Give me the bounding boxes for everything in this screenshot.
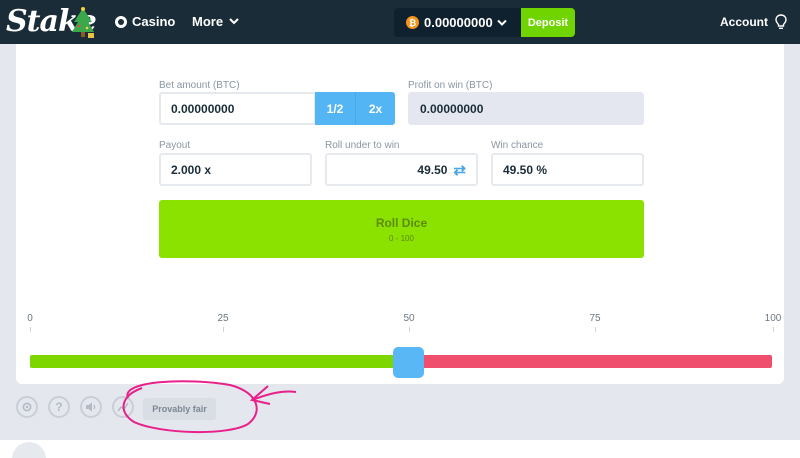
slider-lose-range	[410, 355, 772, 368]
help-icon[interactable]: ?	[48, 396, 70, 418]
scale-tick-75: 75	[589, 313, 601, 324]
nav-casino-label: Casino	[132, 14, 176, 29]
stats-icon[interactable]	[112, 396, 134, 418]
roll-under-label: Roll under to win	[325, 140, 400, 151]
scale-tick-50: 50	[403, 313, 415, 324]
scale-tick-mark	[409, 327, 410, 332]
payout-label: Payout	[159, 140, 191, 151]
double-bet-button[interactable]: 2x	[355, 92, 395, 125]
scale-tick-0: 0	[27, 313, 33, 324]
deposit-button[interactable]: Deposit	[521, 8, 575, 37]
roll-dice-range: 0 - 100	[389, 234, 414, 243]
bitcoin-icon: ₿	[406, 16, 419, 29]
bet-amount-value: 0.00000000	[171, 101, 235, 116]
roll-under-value: 49.50	[417, 162, 448, 177]
slider-win-range	[30, 355, 410, 368]
chevron-down-icon	[229, 18, 239, 25]
scale-tick-100: 100	[764, 313, 782, 324]
bet-amount-label: Bet amount (BTC)	[159, 80, 240, 91]
nav-casino[interactable]: Casino	[115, 14, 175, 29]
roll-dice-label: Roll Dice	[375, 216, 428, 230]
roll-under-input[interactable]: 49.50 ⇄	[325, 153, 478, 186]
annotation-arrow-shaft	[251, 390, 297, 401]
wallet-balance: 0.00000000	[424, 15, 493, 30]
nav-more-label: More	[192, 14, 224, 29]
chart-glyph	[117, 402, 129, 412]
casino-chip-icon	[115, 15, 127, 28]
bet-amount-input[interactable]: 0.00000000	[159, 92, 316, 125]
account-menu[interactable]: Account	[720, 15, 768, 29]
swap-icon[interactable]: ⇄	[453, 161, 466, 179]
chevron-down-icon	[496, 19, 507, 26]
christmas-tree-icon	[72, 7, 94, 38]
slider-handle[interactable]	[393, 347, 424, 378]
half-bet-button[interactable]: 1/2	[315, 92, 355, 125]
scale-tick-mark	[595, 327, 596, 332]
scale-tick-mark	[30, 327, 31, 332]
annotation-arrow-head	[249, 385, 271, 405]
scale-tick-25: 25	[217, 313, 229, 324]
speaker-glyph	[86, 402, 96, 412]
scale-tick-mark	[773, 327, 774, 332]
gear-icon[interactable]	[16, 396, 38, 418]
payout-value: 2.000 x	[171, 162, 212, 177]
payout-input[interactable]: 2.000 x	[159, 153, 312, 186]
win-chance-input[interactable]: 49.50 %	[491, 153, 644, 186]
scale-tick-mark	[223, 327, 224, 332]
lightbulb-icon[interactable]	[775, 14, 787, 30]
top-bar: Stake Casino More ₿ 0.00000000 Deposit A…	[0, 0, 800, 44]
provably-fair-button[interactable]: Provably fair	[143, 398, 216, 420]
profit-field: 0.00000000	[408, 92, 644, 125]
wallet-selector[interactable]: ₿ 0.00000000 Deposit	[394, 8, 575, 37]
win-chance-label: Win chance	[491, 140, 544, 151]
volume-icon[interactable]	[80, 396, 102, 418]
nav-more[interactable]: More	[192, 14, 239, 29]
profit-label: Profit on win (BTC)	[408, 80, 493, 91]
profit-value: 0.00000000	[420, 101, 484, 116]
roll-dice-button[interactable]: Roll Dice 0 - 100	[159, 200, 644, 258]
bottom-section	[0, 440, 800, 458]
gear-glyph	[22, 402, 32, 412]
win-chance-value: 49.50 %	[503, 162, 548, 177]
